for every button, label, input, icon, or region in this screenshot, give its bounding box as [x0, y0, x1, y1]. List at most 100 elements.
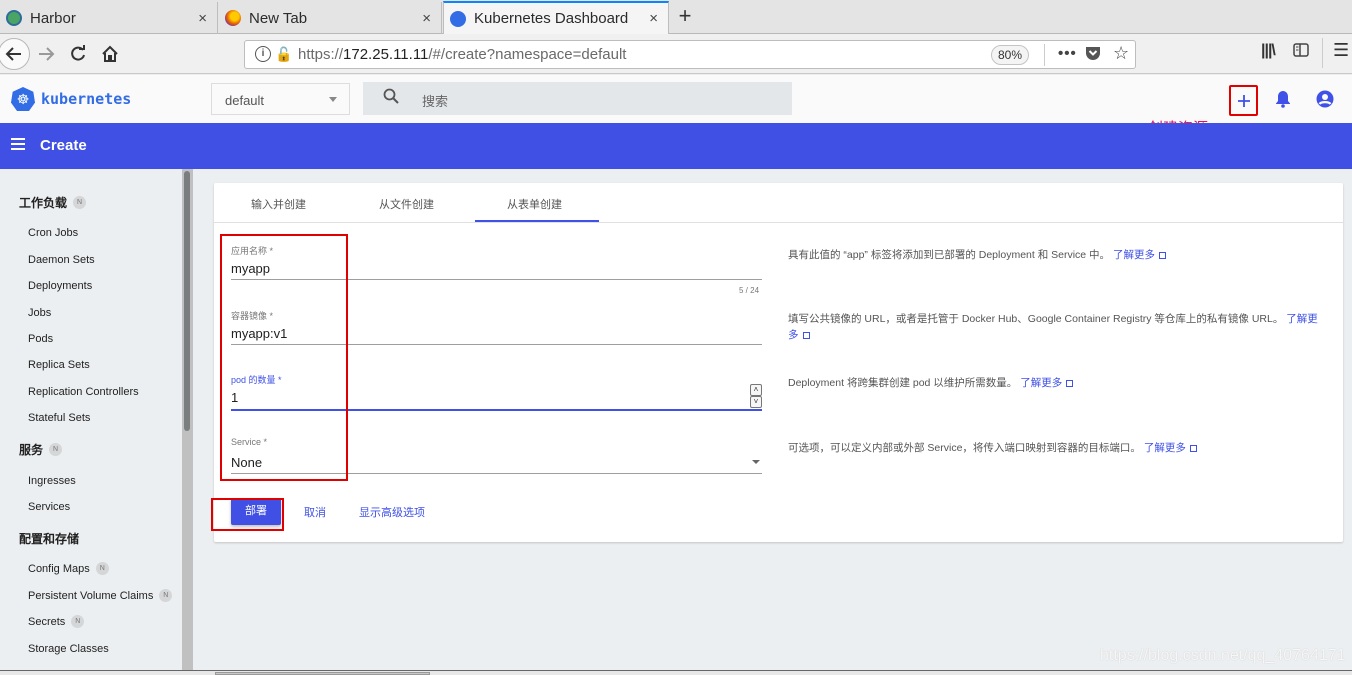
zoom-level-badge[interactable]: 80% [991, 45, 1029, 65]
container-image-label: 容器镜像 * [231, 311, 274, 321]
app-name-input[interactable]: myapp [231, 261, 270, 276]
reload-icon [71, 45, 85, 61]
sidebar-toggle-icon[interactable] [1293, 42, 1309, 63]
namespaced-badge: N [49, 443, 63, 456]
sidebar-item-replica-sets[interactable]: Replica Sets [28, 359, 90, 371]
browser-tab-new-tab[interactable]: New Tab × [219, 2, 442, 34]
notifications-button[interactable] [1271, 87, 1295, 111]
sidebar-item-cron-jobs[interactable]: Cron Jobs [28, 227, 78, 239]
insecure-lock-icon[interactable]: 🔓 [275, 46, 292, 63]
namespace-select[interactable]: default [211, 83, 350, 115]
close-icon[interactable]: × [422, 10, 431, 27]
page-title: Create [40, 137, 87, 154]
sidebar-section-workloads[interactable]: 工作负载 N [19, 194, 87, 211]
sidebar-item-replication-controllers[interactable]: Replication Controllers [28, 386, 139, 398]
service-select[interactable]: None [231, 455, 262, 470]
pod-count-input[interactable]: 1 [231, 390, 238, 405]
help-text: 具有此值的 “app” 标签将添加到已部署的 Deployment 和 Serv… [788, 249, 1111, 261]
app-header: ☸ kubernetes default 搜索 [0, 75, 1352, 123]
section-title: 服务 [19, 443, 44, 457]
sidebar-item-stateful-sets[interactable]: Stateful Sets [28, 412, 90, 424]
item-label: Config Maps [28, 562, 90, 575]
tab-create-from-file[interactable]: 从文件创建 [379, 196, 434, 212]
new-tab-button[interactable]: + [674, 3, 696, 29]
close-icon[interactable]: × [649, 10, 658, 27]
sidebar-item-pods[interactable]: Pods [28, 333, 53, 345]
menu-icon[interactable] [11, 138, 25, 153]
bookmark-star-icon[interactable]: ☆ [1113, 43, 1129, 64]
hamburger-menu-icon[interactable]: ☰ [1333, 40, 1349, 61]
sidebar-section-config-storage[interactable]: 配置和存储 [19, 530, 79, 547]
kubernetes-icon [450, 10, 466, 27]
harbor-icon [6, 10, 22, 26]
sidebar-item-persistent-volume-claims[interactable]: Persistent Volume Claims N [28, 589, 173, 602]
sidebar-item-ingresses[interactable]: Ingresses [28, 475, 76, 487]
namespace-value: default [225, 93, 265, 108]
app-name-help: 具有此值的 “app” 标签将添加到已部署的 Deployment 和 Serv… [788, 247, 1328, 263]
namespaced-badge: N [159, 589, 173, 602]
url-text[interactable]: https://172.25.11.11/#/create?namespace=… [298, 46, 626, 63]
reload-button[interactable] [66, 42, 90, 66]
decrement-button[interactable]: ˅ [750, 396, 762, 408]
sidebar-item-config-maps[interactable]: Config Maps N [28, 562, 109, 575]
sidebar-section-services[interactable]: 服务 N [19, 441, 63, 458]
learn-more-link[interactable]: 了解更多 [1020, 377, 1074, 389]
create-tabs: 输入并创建 从文件创建 从表单创建 [214, 183, 1343, 223]
browser-tab-harbor[interactable]: Harbor × [0, 2, 218, 34]
bottom-edge [0, 670, 1352, 675]
section-title: 配置和存储 [19, 532, 80, 546]
kubernetes-wheel-icon: ☸ [11, 87, 35, 111]
tab-title: New Tab [249, 9, 308, 27]
deploy-button[interactable]: 部署 [231, 498, 281, 525]
sidebar-item-jobs[interactable]: Jobs [28, 307, 51, 319]
search-input[interactable]: 搜索 [422, 91, 448, 110]
browser-tab-bar: Harbor × New Tab × Kubernetes Dashboard … [0, 0, 1352, 34]
external-link-icon [802, 331, 810, 339]
close-icon[interactable]: × [198, 10, 207, 27]
input-underline [231, 344, 762, 345]
arrow-left-icon [5, 47, 21, 61]
forward-button[interactable] [34, 42, 58, 66]
select-underline [231, 473, 762, 474]
search-bar[interactable]: 搜索 [363, 82, 792, 115]
more-actions-icon[interactable]: ••• [1058, 45, 1077, 62]
tab-create-from-form[interactable]: 从表单创建 [507, 196, 562, 212]
back-button[interactable] [0, 38, 30, 70]
home-button[interactable] [98, 42, 122, 66]
sidebar-item-services[interactable]: Services [28, 501, 70, 513]
sidebar-item-daemon-sets[interactable]: Daemon Sets [28, 254, 95, 266]
item-label: Persistent Volume Claims [28, 589, 154, 602]
browser-nav-bar: i 🔓 https://172.25.11.11/#/create?namesp… [0, 34, 1352, 74]
account-button[interactable] [1313, 87, 1337, 111]
sidebar-scrollbar-thumb[interactable] [184, 171, 190, 431]
pod-count-help: Deployment 将跨集群创建 pod 以维护所需数量。 了解更多 [788, 375, 1328, 391]
sidebar-item-storage-classes[interactable]: Storage Classes [28, 643, 109, 655]
dropdown-caret-icon[interactable] [752, 460, 760, 464]
tab-input-and-create[interactable]: 输入并创建 [251, 196, 306, 212]
pocket-icon[interactable] [1085, 45, 1101, 65]
pod-count-label: pod 的数量 * [231, 375, 282, 385]
create-resource-button[interactable] [1229, 85, 1258, 116]
cancel-button[interactable]: 取消 [304, 504, 326, 520]
sidebar-item-deployments[interactable]: Deployments [28, 280, 92, 292]
url-bar[interactable]: i 🔓 https://172.25.11.11/#/create?namesp… [244, 40, 1136, 69]
dropdown-caret-icon [329, 97, 337, 102]
external-link-icon [1158, 251, 1166, 259]
arrow-right-icon [39, 47, 55, 61]
library-icon[interactable]: |||\ [1261, 42, 1276, 60]
container-image-help: 填写公共镜像的 URL，或者是托管于 Docker Hub、Google Con… [788, 311, 1328, 343]
namespaced-badge: N [73, 196, 87, 209]
kubernetes-logo[interactable]: ☸ kubernetes [11, 87, 131, 111]
increment-button[interactable]: ˄ [750, 384, 762, 396]
learn-more-link[interactable]: 了解更多 [1113, 249, 1166, 261]
sidebar-item-secrets[interactable]: Secrets N [28, 615, 85, 628]
input-underline-focused [231, 409, 762, 411]
namespaced-badge: N [95, 562, 109, 575]
divider [1322, 38, 1323, 68]
browser-tab-kubernetes-dashboard[interactable]: Kubernetes Dashboard × [443, 1, 669, 34]
show-advanced-options-button[interactable]: 显示高级选项 [359, 504, 425, 520]
info-icon[interactable]: i [255, 46, 271, 62]
firefox-icon [225, 10, 241, 26]
learn-more-link[interactable]: 了解更多 [1144, 442, 1197, 454]
container-image-input[interactable]: myapp:v1 [231, 326, 287, 341]
